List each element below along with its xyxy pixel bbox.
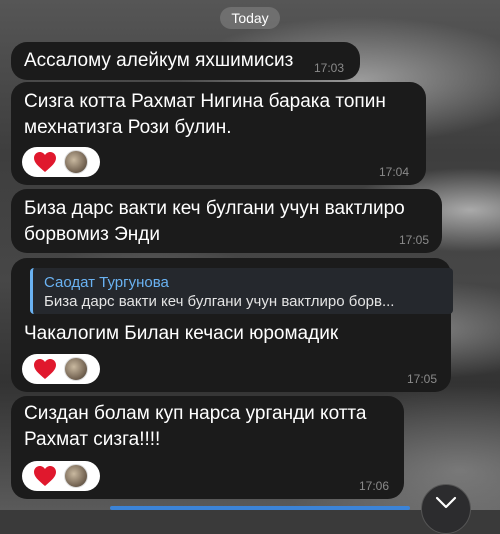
message-text-line: мехнатизга Рози булин. [24, 117, 232, 138]
input-bar-accent [110, 506, 410, 510]
scroll-down-button[interactable] [421, 484, 471, 534]
message-time: 17:03 [314, 61, 345, 75]
heart-icon [34, 152, 56, 172]
heart-icon [34, 359, 56, 379]
avatar [64, 357, 88, 381]
message-bubble[interactable]: Сиздан болам куп нарса урганди котта Рах… [11, 396, 404, 499]
heart-icon [34, 466, 56, 486]
message-bubble[interactable]: Сизга котта Рахмат Нигина барака топин м… [11, 82, 426, 185]
reaction-chip[interactable] [22, 147, 100, 177]
message-text-line: Сизга котта Рахмат Нигина барака топин [24, 91, 386, 112]
message-text-line: Рахмат сизга!!!! [24, 429, 161, 450]
message-bubble[interactable]: Ассалому алейкум яхшимисиз 17:03 [11, 42, 360, 80]
message-text-line: Сиздан болам куп нарса урганди котта [24, 403, 367, 424]
message-time: 17:06 [359, 479, 390, 493]
message-text: Чакалогим Билан кечаси юромадик [24, 323, 339, 344]
message-text: Ассалому алейкум яхшимисиз [24, 50, 294, 71]
reaction-chip[interactable] [22, 354, 100, 384]
message-time: 17:04 [379, 165, 410, 179]
date-separator: Today [220, 7, 280, 29]
message-bubble[interactable]: Саодат Тургунова Биза дарс вакти кеч бул… [11, 258, 453, 392]
avatar [64, 150, 88, 174]
chevron-down-icon [435, 496, 457, 509]
reply-author: Саодат Тургунова [44, 274, 169, 291]
reaction-chip[interactable] [22, 461, 100, 491]
reply-text: Биза дарс вакти кеч булгани учун вактлир… [44, 293, 395, 310]
message-text-line: Биза дарс вакти кеч булгани учун вактлир… [24, 198, 405, 219]
message-text-line: борвомиз Энди [24, 224, 160, 245]
reply-quote[interactable]: Саодат Тургунова Биза дарс вакти кеч бул… [30, 268, 453, 314]
message-time: 17:05 [407, 372, 438, 386]
message-time: 17:05 [399, 233, 430, 247]
message-bubble[interactable]: Биза дарс вакти кеч булгани учун вактлир… [11, 189, 442, 253]
avatar [64, 464, 88, 488]
